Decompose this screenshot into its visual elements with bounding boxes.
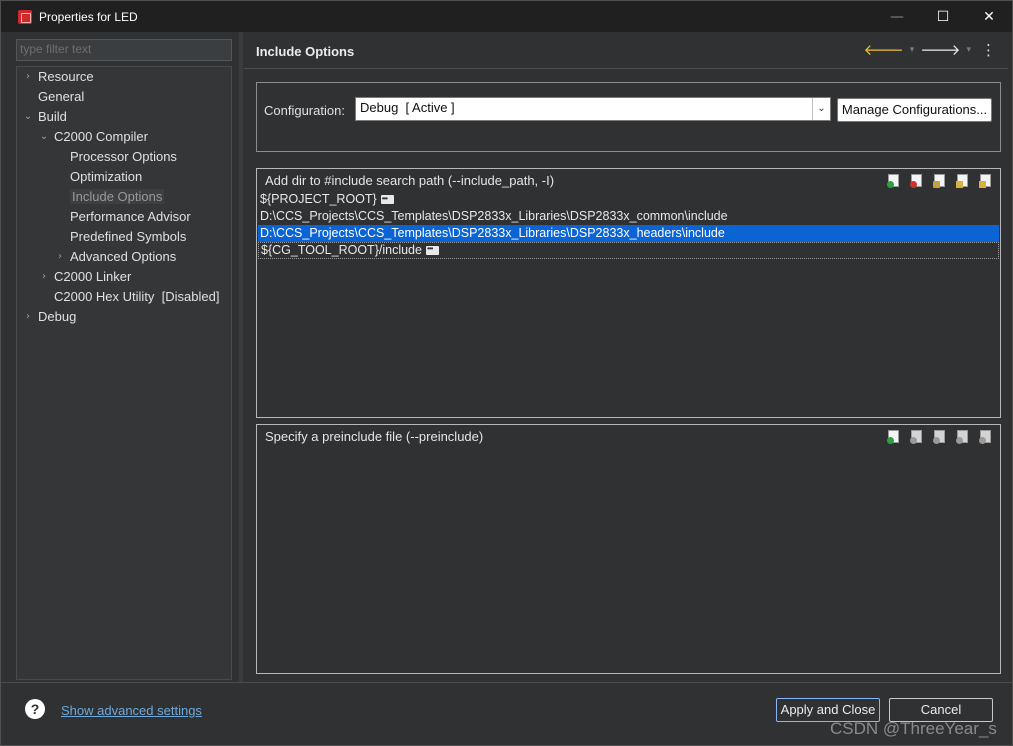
tree-item-label: Advanced Options [70, 249, 177, 264]
chevron-right-icon[interactable]: › [38, 267, 50, 286]
more-icon [380, 190, 394, 207]
property-tree: › Resource General ⌄ Build ⌄ C2000 Compi… [16, 66, 232, 680]
watermark: CSDN @ThreeYear_s [830, 719, 997, 738]
page-navigation: 🡐 ▾ 🡒 ▾ ⋮ [863, 40, 996, 60]
window-controls: — ☐ ✕ [874, 1, 1012, 32]
tree-item-debug[interactable]: › Debug [22, 307, 76, 326]
move-down-icon [979, 429, 994, 444]
show-advanced-settings-link[interactable]: Show advanced settings [61, 703, 202, 718]
tree-item-c2000-linker[interactable]: › C2000 Linker [38, 267, 131, 286]
tree-item-label: General [38, 89, 85, 104]
tree-item-label: Resource [38, 69, 94, 84]
delete-icon [910, 429, 925, 444]
add-icon[interactable] [887, 173, 902, 188]
list-item[interactable]: ${CG_TOOL_ROOT}/include [258, 241, 999, 259]
list-item-text: ${CG_TOOL_ROOT}/include [261, 243, 422, 257]
back-arrow-icon[interactable]: 🡐 [863, 40, 903, 59]
move-up-icon [956, 429, 971, 444]
chevron-right-icon[interactable]: › [22, 67, 34, 86]
footer-divider [1, 682, 1013, 683]
tree-item-include-options[interactable]: Include Options [54, 187, 165, 206]
include-path-rows: ${PROJECT_ROOT} D:\CCS_Projects\CCS_Temp… [258, 190, 999, 259]
tree-item-advanced-options[interactable]: › Advanced Options [54, 247, 176, 266]
edit-icon [933, 429, 948, 444]
chevron-down-icon[interactable]: ⌄ [38, 127, 50, 146]
tree-item-label: Optimization [70, 169, 143, 184]
minimize-button[interactable]: — [874, 1, 920, 32]
tree-item-label: Debug [38, 309, 77, 324]
tree-item-label: Predefined Symbols [70, 229, 187, 244]
tree-item-label: C2000 Linker [54, 269, 132, 284]
tree-item-label: Processor Options [70, 149, 177, 164]
tree-item-label: C2000 Compiler [54, 129, 148, 144]
chevron-down-icon[interactable]: ⌄ [22, 107, 34, 126]
tree-item-resource[interactable]: › Resource [22, 67, 94, 86]
title-bar: Properties for LED — ☐ ✕ [1, 1, 1012, 32]
preinclude-list: Specify a preinclude file (--preinclude) [256, 424, 1001, 674]
close-button[interactable]: ✕ [966, 1, 1012, 32]
back-dropdown-icon[interactable]: ▾ [910, 45, 915, 55]
list-item-text: D:\CCS_Projects\CCS_Templates\DSP2833x_L… [260, 209, 728, 223]
help-icon[interactable]: ? [25, 699, 45, 719]
list-item[interactable]: D:\CCS_Projects\CCS_Templates\DSP2833x_L… [258, 208, 999, 225]
list-item-selected[interactable]: D:\CCS_Projects\CCS_Templates\DSP2833x_L… [258, 225, 999, 242]
filter-input[interactable]: type filter text [16, 39, 232, 61]
forward-dropdown-icon[interactable]: ▾ [966, 45, 971, 55]
chevron-right-icon[interactable]: › [22, 307, 34, 326]
move-up-icon[interactable] [956, 173, 971, 188]
manage-configurations-button[interactable]: Manage Configurations... [837, 98, 992, 122]
forward-arrow-icon[interactable]: 🡒 [920, 40, 960, 59]
preinclude-toolbar [887, 429, 994, 444]
include-path-list: Add dir to #include search path (--inclu… [256, 168, 1001, 418]
chevron-right-icon[interactable]: › [54, 247, 66, 266]
pane-splitter[interactable] [239, 32, 243, 682]
ccs-app-icon [18, 9, 32, 24]
include-path-header: Add dir to #include search path (--inclu… [265, 173, 555, 188]
list-item-text: ${PROJECT_ROOT} [260, 192, 377, 206]
edit-icon[interactable] [933, 173, 948, 188]
add-icon[interactable] [887, 429, 902, 444]
tree-item-label: Build [38, 109, 67, 124]
list-item[interactable]: ${PROJECT_ROOT} [258, 190, 999, 208]
tree-item-label: C2000 Hex Utility [Disabled] [54, 289, 220, 304]
property-page: Include Options 🡐 ▾ 🡒 ▾ ⋮ Configuration:… [244, 32, 1008, 682]
tree-item-c2000-compiler[interactable]: ⌄ C2000 Compiler [38, 127, 148, 146]
maximize-button[interactable]: ☐ [920, 1, 966, 32]
tree-item-general[interactable]: General [22, 87, 84, 106]
configuration-value: Debug [ Active ] [360, 100, 455, 115]
tree-item-processor-options[interactable]: Processor Options [54, 147, 177, 166]
configuration-group: Configuration: Debug [ Active ] ⌄ Manage… [256, 82, 1001, 152]
tree-item-label: Performance Advisor [70, 209, 191, 224]
preinclude-header: Specify a preinclude file (--preinclude) [265, 429, 484, 444]
tree-item-label: Include Options [70, 189, 165, 204]
list-item-text: D:\CCS_Projects\CCS_Templates\DSP2833x_L… [260, 226, 725, 240]
properties-dialog: Properties for LED — ☐ ✕ type filter tex… [0, 0, 1013, 746]
include-path-toolbar [887, 173, 994, 188]
header-divider [244, 68, 1008, 69]
delete-icon[interactable] [910, 173, 925, 188]
tree-item-predefined-symbols[interactable]: Predefined Symbols [54, 227, 186, 246]
chevron-down-icon[interactable]: ⌄ [812, 98, 830, 120]
configuration-select[interactable]: Debug [ Active ] ⌄ [355, 97, 831, 121]
tree-item-performance-advisor[interactable]: Performance Advisor [54, 207, 191, 226]
move-down-icon[interactable] [979, 173, 994, 188]
page-title: Include Options [256, 44, 355, 59]
more-icon [425, 241, 439, 256]
view-menu-icon[interactable]: ⋮ [981, 41, 996, 59]
tree-item-optimization[interactable]: Optimization [54, 167, 142, 186]
tree-item-build[interactable]: ⌄ Build [22, 107, 67, 126]
configuration-label: Configuration: [264, 103, 345, 118]
tree-item-c2000-hex-utility[interactable]: C2000 Hex Utility [Disabled] [38, 287, 219, 306]
window-title: Properties for LED [39, 9, 138, 24]
